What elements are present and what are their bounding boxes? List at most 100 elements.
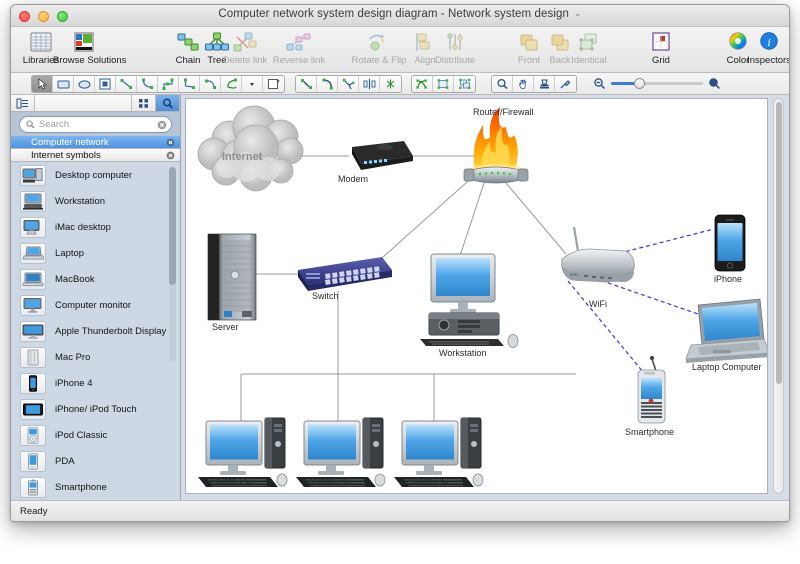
list-item[interactable]: Mac Pro bbox=[11, 344, 180, 370]
list-item[interactable]: MacBook bbox=[11, 266, 180, 292]
tree-connector-tool[interactable] bbox=[158, 76, 179, 92]
workstation-shape-icon bbox=[20, 190, 46, 212]
shape-label: Workstation bbox=[55, 195, 105, 207]
node-label-modem: Modem bbox=[338, 174, 369, 184]
node-label-iphone: iPhone bbox=[714, 274, 743, 284]
list-item[interactable]: iMac desktop bbox=[11, 214, 180, 240]
elbow-connector-tool[interactable] bbox=[179, 76, 200, 92]
zoom-tool[interactable] bbox=[492, 76, 513, 92]
thunderbolt-display-shape-icon bbox=[20, 320, 46, 342]
router-firewall-shape[interactable] bbox=[463, 107, 529, 184]
server-shape[interactable] bbox=[207, 233, 257, 321]
list-view-icon[interactable] bbox=[11, 95, 35, 111]
image-tool[interactable] bbox=[263, 76, 284, 92]
ellipse-tool[interactable] bbox=[74, 76, 95, 92]
chevron-down-icon[interactable]: ⌄ bbox=[574, 8, 582, 19]
wired-links bbox=[211, 155, 576, 421]
library-item-internet-symbols[interactable]: Internet symbols bbox=[11, 149, 180, 162]
list-item[interactable]: Apple Thunderbolt Display bbox=[11, 318, 180, 344]
library-scrollbar-thumb[interactable] bbox=[169, 167, 176, 285]
intersect-tool[interactable] bbox=[433, 76, 454, 92]
toolbar-button-grid[interactable]: Grid bbox=[630, 29, 692, 66]
wifi-router-shape[interactable]: WiFi bbox=[561, 226, 635, 283]
curve-connector-tool[interactable] bbox=[137, 76, 158, 92]
clear-search-icon[interactable] bbox=[157, 120, 167, 130]
stamp-tool[interactable] bbox=[534, 76, 555, 92]
search-toggle-icon[interactable] bbox=[156, 95, 180, 111]
list-item[interactable]: Laptop bbox=[11, 240, 180, 266]
straight-line-tool[interactable] bbox=[296, 76, 317, 92]
union-tool[interactable] bbox=[380, 76, 401, 92]
list-item[interactable]: iPod Classic bbox=[11, 422, 180, 448]
status-text: Ready bbox=[20, 506, 48, 517]
library-label: Computer network bbox=[31, 136, 109, 148]
mirror-tool[interactable] bbox=[359, 76, 380, 92]
list-item[interactable]: Workstation bbox=[11, 188, 180, 214]
zoom-slider-track[interactable] bbox=[611, 77, 703, 90]
internet-cloud-shape[interactable] bbox=[197, 105, 304, 192]
application-window: Computer network system design diagram -… bbox=[10, 4, 790, 522]
close-icon[interactable] bbox=[166, 151, 175, 160]
group-tool[interactable] bbox=[454, 76, 475, 92]
toolbar-button-browse-solutions[interactable]: Browse Solutions bbox=[53, 29, 127, 66]
iphone-shape[interactable] bbox=[714, 214, 746, 272]
list-item[interactable]: iPhone/ iPod Touch bbox=[11, 396, 180, 422]
library-item-computer-network[interactable]: Computer network bbox=[11, 136, 180, 149]
connector-options-tool[interactable] bbox=[242, 76, 263, 92]
node-label-desktop-pc-2: Desktop PC bbox=[302, 476, 351, 486]
toolbar-button-reverse-link[interactable]: Reverse link bbox=[264, 29, 334, 66]
node-label-server: Server bbox=[212, 322, 239, 332]
title-bar[interactable]: Computer network system design diagram -… bbox=[11, 5, 789, 27]
canvas-vertical-scrollbar[interactable] bbox=[773, 98, 784, 494]
toolstrip-group-lines bbox=[295, 75, 402, 93]
shape-label: PDA bbox=[55, 455, 75, 467]
zoom-slider-thumb[interactable] bbox=[634, 78, 645, 89]
diagram-canvas[interactable]: Internet WiFi Modem Router/Firewall Serv… bbox=[185, 98, 768, 494]
library-scrollbar[interactable] bbox=[169, 167, 176, 362]
internet-cloud-label: Internet bbox=[222, 151, 263, 163]
list-item[interactable]: iPhone 4 bbox=[11, 370, 180, 396]
toolbar-label-browse-solutions: Browse Solutions bbox=[53, 55, 127, 66]
square-tool[interactable] bbox=[95, 76, 116, 92]
arc-line-tool[interactable] bbox=[317, 76, 338, 92]
shape-label: iPhone/ iPod Touch bbox=[55, 403, 137, 415]
close-icon[interactable] bbox=[166, 138, 175, 147]
toolstrip-group-view bbox=[491, 75, 577, 93]
window-title: Computer network system design diagram -… bbox=[11, 8, 789, 20]
smart-connector-tool[interactable] bbox=[221, 76, 242, 92]
rectangle-tool[interactable] bbox=[53, 76, 74, 92]
canvas-vertical-scrollbar-thumb[interactable] bbox=[776, 102, 782, 384]
toolbar-button-inspectors[interactable]: i Inspectors bbox=[738, 29, 789, 66]
shape-list[interactable]: Desktop computer Workstation iMac deskto… bbox=[11, 162, 180, 521]
select-arrow-tool[interactable] bbox=[32, 76, 53, 92]
macbook-shape-icon bbox=[20, 268, 46, 290]
shape-label: Desktop computer bbox=[55, 169, 133, 181]
laptop-computer-shape[interactable] bbox=[685, 298, 768, 363]
search-input[interactable]: Search bbox=[19, 115, 172, 133]
list-item[interactable]: Desktop computer bbox=[11, 162, 180, 188]
status-bar: Ready bbox=[11, 500, 789, 521]
smartphone-shape[interactable] bbox=[637, 356, 666, 424]
switch-shape[interactable] bbox=[298, 257, 392, 291]
list-item[interactable]: PDA bbox=[11, 448, 180, 474]
zoom-slider-control[interactable] bbox=[593, 77, 721, 90]
modem-shape[interactable] bbox=[352, 141, 413, 170]
polyline-tool[interactable] bbox=[338, 76, 359, 92]
toolbar-button-distribute[interactable]: Distribute bbox=[423, 29, 487, 66]
window-title-text: Computer network system design diagram -… bbox=[218, 8, 570, 20]
eyedropper-tool[interactable] bbox=[555, 76, 576, 92]
list-item[interactable]: Computer monitor bbox=[11, 292, 180, 318]
iphone4-shape-icon bbox=[20, 372, 46, 394]
toolbar-button-identical[interactable]: Identical bbox=[558, 29, 620, 66]
library-label: Internet symbols bbox=[31, 149, 101, 161]
zoom-in-icon bbox=[709, 78, 721, 90]
workstation-shape[interactable] bbox=[420, 253, 519, 348]
shape-label: Laptop bbox=[55, 247, 85, 259]
arc-connector-tool[interactable] bbox=[200, 76, 221, 92]
subtract-tool[interactable] bbox=[412, 76, 433, 92]
hand-tool[interactable] bbox=[513, 76, 534, 92]
mac-pro-shape-icon bbox=[20, 346, 46, 368]
line-connector-tool[interactable] bbox=[116, 76, 137, 92]
grid-view-icon[interactable] bbox=[132, 95, 156, 111]
list-item[interactable]: Smartphone bbox=[11, 474, 180, 500]
